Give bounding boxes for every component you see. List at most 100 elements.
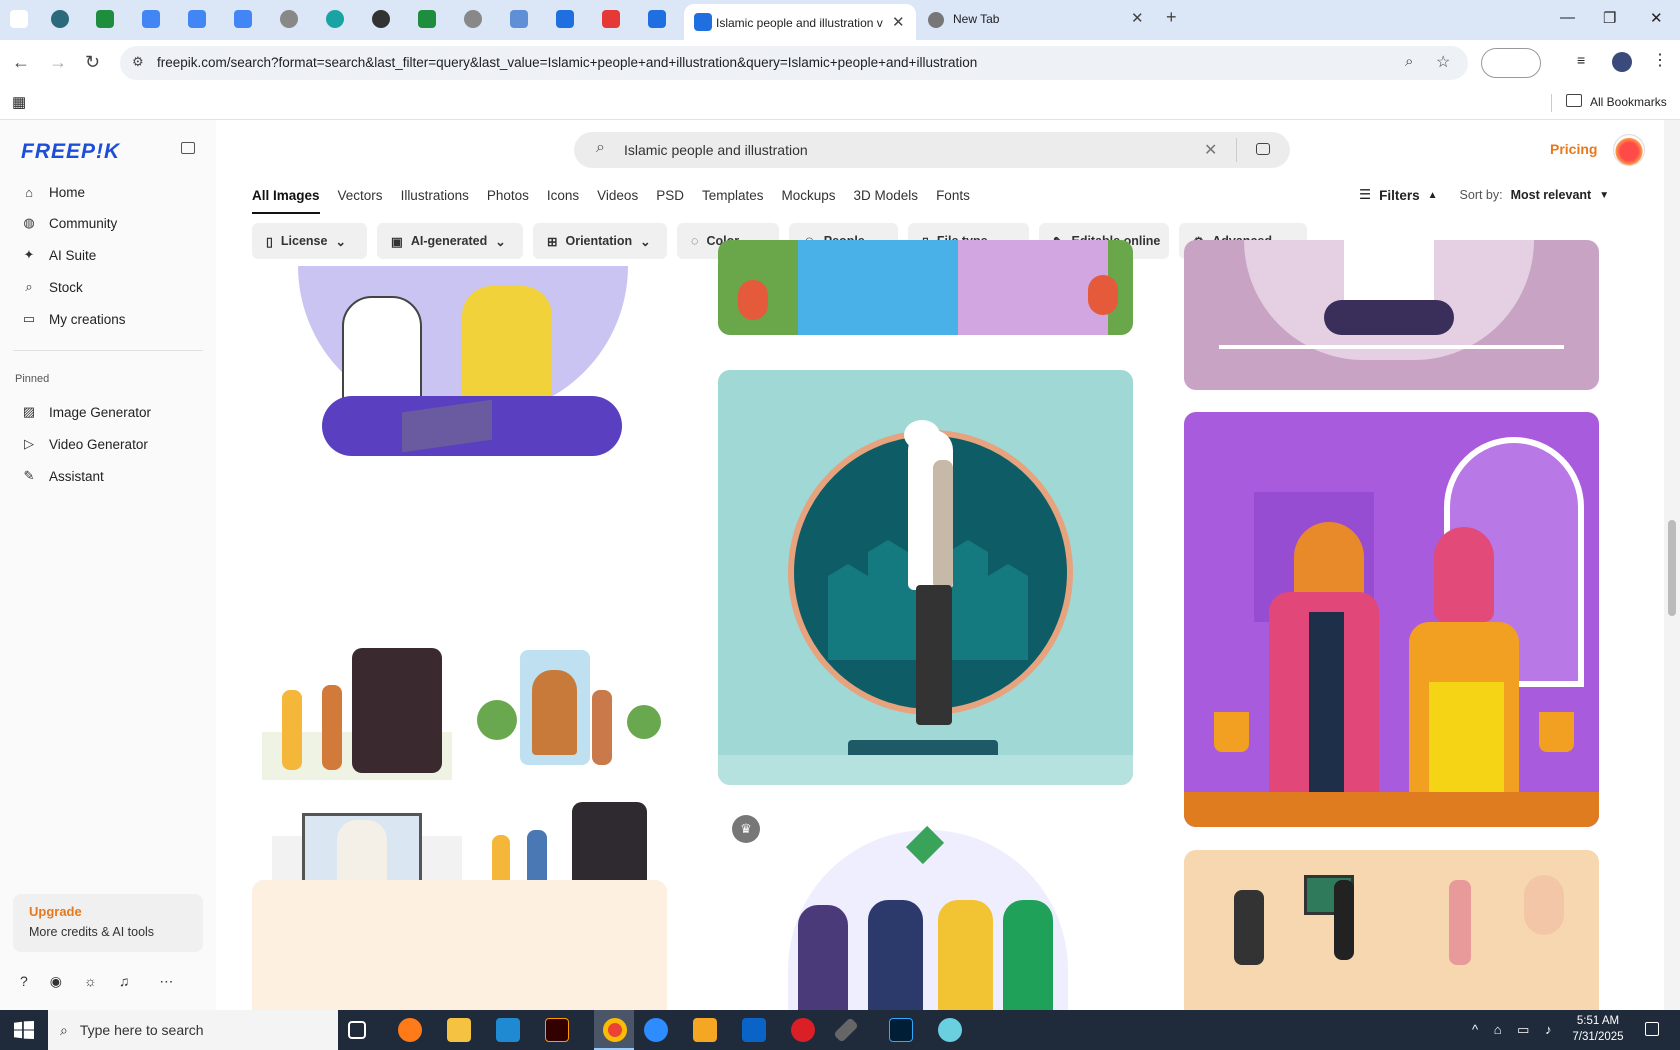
help-icon[interactable]: ? bbox=[20, 973, 28, 990]
result-image[interactable] bbox=[252, 880, 667, 1010]
tab-photos[interactable]: Photos bbox=[487, 188, 529, 214]
photoshop-icon[interactable] bbox=[889, 1018, 913, 1042]
sidebar-item-community[interactable]: ◍ Community bbox=[21, 212, 117, 234]
tab-favicon[interactable] bbox=[464, 10, 482, 28]
pricing-link[interactable]: Pricing bbox=[1550, 141, 1597, 157]
result-image[interactable] bbox=[252, 266, 667, 626]
extension-icon[interactable] bbox=[1481, 48, 1541, 78]
tab-favicon[interactable] bbox=[188, 10, 206, 28]
app-icon[interactable] bbox=[938, 1018, 962, 1042]
close-icon[interactable]: ✕ bbox=[892, 13, 905, 31]
tab-favicon[interactable] bbox=[51, 10, 69, 28]
scrollbar-thumb[interactable] bbox=[1668, 520, 1676, 616]
restore-icon[interactable]: ❐ bbox=[1603, 9, 1616, 27]
all-bookmarks-link[interactable]: All Bookmarks bbox=[1590, 95, 1667, 109]
profile-avatar[interactable] bbox=[1612, 52, 1632, 72]
search-bar[interactable]: ⌕ Islamic people and illustration ✕ bbox=[574, 132, 1290, 168]
tab-templates[interactable]: Templates bbox=[702, 188, 764, 214]
result-image[interactable] bbox=[718, 240, 1133, 335]
sidebar-item-assistant[interactable]: ✎ Assistant bbox=[21, 465, 104, 487]
tab-favicon[interactable] bbox=[418, 10, 436, 28]
taskbar-search[interactable]: ⌕ Type here to search bbox=[48, 1010, 338, 1050]
tab-favicon[interactable] bbox=[234, 10, 252, 28]
result-image[interactable] bbox=[1184, 240, 1599, 390]
sidebar-item-video-generator[interactable]: ▷ Video Generator bbox=[21, 433, 148, 455]
tab-all-images[interactable]: All Images bbox=[252, 188, 320, 214]
close-icon[interactable]: ✕ bbox=[1131, 9, 1144, 27]
file-explorer-icon[interactable] bbox=[447, 1018, 471, 1042]
address-bar[interactable]: ⚙ freepik.com/search?format=search&last_… bbox=[120, 46, 1468, 80]
upgrade-card[interactable]: Upgrade More credits & AI tools bbox=[13, 894, 203, 952]
forward-icon[interactable]: → bbox=[49, 52, 67, 73]
vscode-icon[interactable] bbox=[496, 1018, 520, 1042]
result-image[interactable] bbox=[1184, 850, 1599, 1010]
url-text[interactable]: freepik.com/search?format=search&last_fi… bbox=[157, 55, 977, 70]
outlook-icon[interactable] bbox=[742, 1018, 766, 1042]
new-tab-title[interactable]: New Tab bbox=[953, 12, 999, 26]
close-window-icon[interactable]: ✕ bbox=[1650, 9, 1663, 27]
firefox-icon[interactable] bbox=[398, 1018, 422, 1042]
app-icon[interactable] bbox=[693, 1018, 717, 1042]
site-info-icon[interactable]: ⚙ bbox=[132, 54, 144, 70]
sidebar-item-my-creations[interactable]: ▭ My creations bbox=[21, 308, 126, 330]
illustrator-icon[interactable] bbox=[545, 1018, 569, 1042]
camera-icon[interactable] bbox=[1256, 143, 1270, 155]
tab-favicon[interactable] bbox=[602, 10, 620, 28]
task-view-icon[interactable] bbox=[348, 1021, 366, 1039]
filters-toggle[interactable]: ☰ Filters ▲ Sort by: Most relevant ▼ bbox=[1359, 187, 1609, 203]
tab-search-icon[interactable] bbox=[10, 10, 28, 28]
zoom-icon[interactable]: ⌕ bbox=[1405, 53, 1413, 70]
system-clock[interactable]: 5:51 AM 7/31/2025 bbox=[1568, 1013, 1628, 1045]
tab-mockups[interactable]: Mockups bbox=[782, 188, 836, 214]
search-input[interactable]: Islamic people and illustration bbox=[624, 142, 808, 158]
tab-favicon[interactable] bbox=[142, 10, 160, 28]
result-image[interactable]: ♛ bbox=[718, 810, 1133, 1010]
tab-fonts[interactable]: Fonts bbox=[936, 188, 970, 214]
result-image[interactable]: ♛ bbox=[252, 640, 667, 920]
zoom-icon[interactable] bbox=[644, 1018, 668, 1042]
tab-vectors[interactable]: Vectors bbox=[338, 188, 383, 214]
tab-favicon[interactable] bbox=[96, 10, 114, 28]
tab-favicon[interactable] bbox=[326, 10, 344, 28]
menu-icon[interactable]: ⋮ bbox=[1652, 50, 1668, 70]
tab-favicon[interactable] bbox=[280, 10, 298, 28]
back-icon[interactable]: ← bbox=[12, 52, 30, 73]
more-icon[interactable]: ⋯ bbox=[159, 973, 173, 990]
tab-illustrations[interactable]: Illustrations bbox=[401, 188, 469, 214]
taskbar-search-input[interactable]: Type here to search bbox=[80, 1022, 204, 1038]
sidebar-item-stock[interactable]: ⌕ Stock bbox=[21, 276, 82, 298]
collapse-sidebar-icon[interactable] bbox=[181, 142, 195, 154]
tray-icons[interactable]: ^ ⌂ ▭ ♪ bbox=[1472, 1022, 1558, 1038]
theme-icon[interactable]: ☼ bbox=[84, 973, 97, 990]
tab-favicon[interactable] bbox=[648, 10, 666, 28]
media-icon[interactable]: ≡ bbox=[1577, 52, 1585, 68]
tab-favicon[interactable] bbox=[372, 10, 390, 28]
chip-orientation[interactable]: ⊞ Orientation ⌄ bbox=[533, 223, 667, 259]
new-tab-plus-icon[interactable]: + bbox=[1166, 7, 1177, 28]
bookmark-star-icon[interactable]: ☆ bbox=[1436, 52, 1450, 72]
chevron-down-icon[interactable]: ▼ bbox=[1599, 190, 1609, 201]
sidebar-item-ai-suite[interactable]: ✦ AI Suite bbox=[21, 244, 97, 266]
active-tab[interactable]: Islamic people and illustration v ✕ bbox=[684, 4, 916, 40]
freepik-logo[interactable]: FREEP!K bbox=[21, 140, 120, 164]
bell-icon[interactable]: ♫ bbox=[119, 973, 130, 990]
windows-start-icon-right[interactable] bbox=[23, 1021, 34, 1039]
chip-ai-generated[interactable]: ▣ AI-generated ⌄ bbox=[377, 223, 523, 259]
tab-icons[interactable]: Icons bbox=[547, 188, 579, 214]
tab-favicon[interactable] bbox=[510, 10, 528, 28]
sort-select[interactable]: Most relevant bbox=[1511, 188, 1592, 202]
result-image[interactable] bbox=[1184, 412, 1599, 827]
pen-tool-icon[interactable] bbox=[833, 1017, 859, 1043]
clear-search-icon[interactable]: ✕ bbox=[1204, 140, 1217, 160]
discord-icon[interactable]: ◉ bbox=[50, 973, 62, 990]
notification-icon[interactable] bbox=[1645, 1022, 1659, 1036]
result-image[interactable] bbox=[718, 370, 1133, 785]
chip-license[interactable]: ▯ License ⌄ bbox=[252, 223, 367, 259]
sidebar-item-image-generator[interactable]: ▨ Image Generator bbox=[21, 401, 151, 423]
tab-videos[interactable]: Videos bbox=[597, 188, 638, 214]
user-avatar[interactable] bbox=[1613, 134, 1645, 166]
minimize-icon[interactable]: — bbox=[1560, 9, 1575, 26]
reload-icon[interactable]: ↻ bbox=[85, 52, 100, 73]
tab-3d-models[interactable]: 3D Models bbox=[854, 188, 919, 214]
creative-cloud-icon[interactable] bbox=[791, 1018, 815, 1042]
